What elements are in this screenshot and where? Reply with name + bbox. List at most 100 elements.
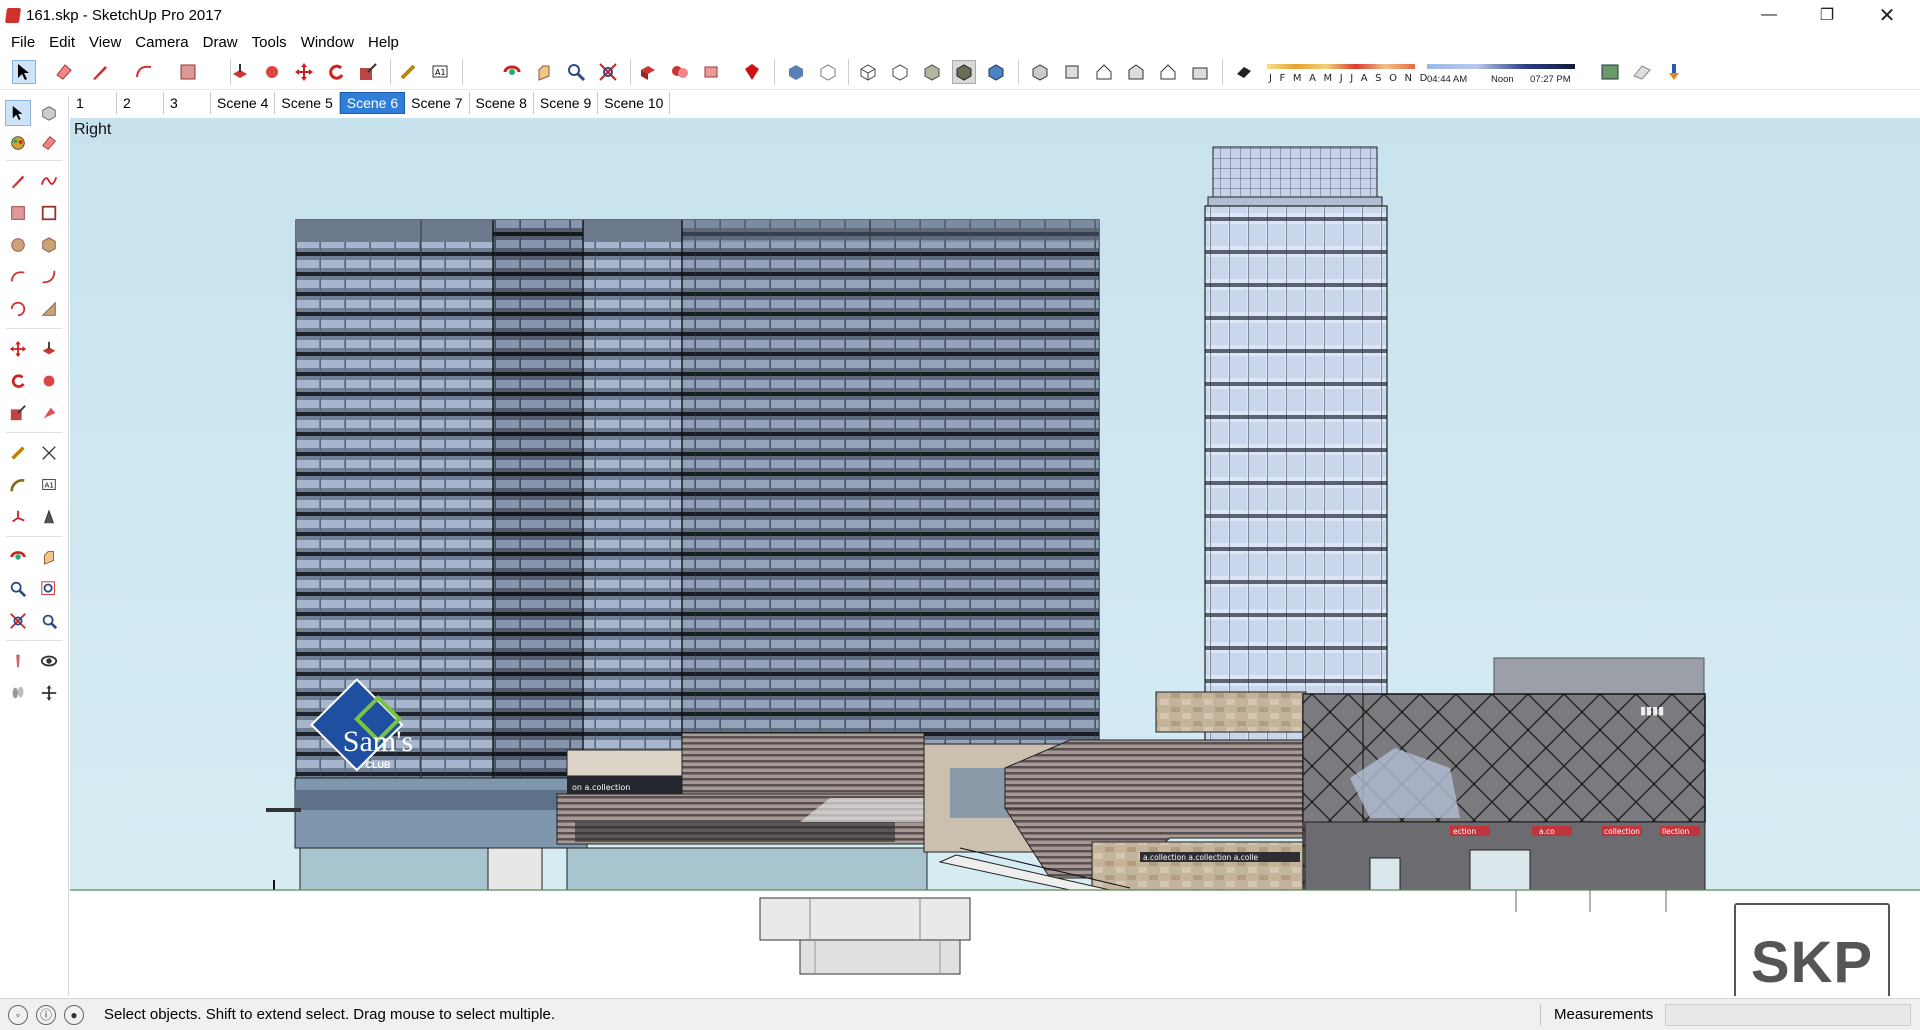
wireframe-style-icon[interactable] (856, 60, 880, 84)
info-icon[interactable]: ⓘ (36, 1004, 56, 1025)
move-icon[interactable] (5, 336, 31, 362)
move-tool-icon[interactable] (292, 60, 316, 84)
zoom-icon[interactable] (5, 576, 31, 602)
make-component-icon[interactable] (36, 100, 62, 126)
select-tool-icon[interactable] (12, 60, 36, 84)
rotate-tool-icon[interactable] (324, 60, 348, 84)
two-point-arc-icon[interactable] (36, 264, 62, 290)
shadow-month-slider[interactable]: J F M A M J J A S O N D (1267, 60, 1427, 86)
scene-tab-6[interactable]: Scene 6 (339, 92, 406, 114)
orbit-tool-icon[interactable] (500, 60, 524, 84)
left-view-icon[interactable] (1188, 60, 1212, 84)
eraser-tool-icon[interactable] (52, 60, 76, 84)
scene-tab-3[interactable]: 3 (164, 92, 211, 114)
geo-location-icon[interactable] (1598, 60, 1622, 84)
scene-tab-8[interactable]: Scene 8 (470, 92, 534, 114)
follow-me-icon[interactable] (36, 368, 62, 394)
three-point-arc-icon[interactable] (5, 296, 31, 322)
menu-draw[interactable]: Draw (196, 34, 245, 51)
menu-camera[interactable]: Camera (128, 34, 195, 51)
eraser-icon[interactable] (36, 130, 62, 156)
building-model[interactable]: Sam's CLUB on a.collection a.collection … (70, 118, 1920, 996)
warehouse-icon[interactable] (636, 60, 660, 84)
text-icon[interactable]: A1 (36, 472, 62, 498)
scale-icon[interactable] (5, 400, 31, 426)
menu-window[interactable]: Window (294, 34, 361, 51)
add-location-icon[interactable] (1630, 60, 1654, 84)
previous-view-icon[interactable] (36, 608, 62, 634)
text-tool-icon[interactable]: A1 (428, 60, 452, 84)
back-view-icon[interactable] (1156, 60, 1180, 84)
shadows-toggle-icon[interactable] (1232, 60, 1256, 84)
share-model-icon[interactable] (700, 60, 724, 84)
rotate-icon[interactable] (5, 368, 31, 394)
freehand-icon[interactable] (36, 168, 62, 194)
pan-tool-icon[interactable] (532, 60, 556, 84)
pie-icon[interactable] (36, 296, 62, 322)
iso-view-icon[interactable] (1028, 60, 1052, 84)
scene-tab-9[interactable]: Scene 9 (534, 92, 599, 114)
tape-measure-icon[interactable] (396, 60, 420, 84)
shape-tool-icon[interactable] (176, 60, 200, 84)
tape-measure-tool-icon[interactable] (5, 440, 31, 466)
select-icon[interactable] (5, 100, 31, 126)
components-icon[interactable] (668, 60, 692, 84)
scene-tab-1[interactable]: 1 (70, 92, 117, 114)
follow-me-tool-icon[interactable] (260, 60, 284, 84)
zoom-extents-tool-icon[interactable] (5, 608, 31, 634)
menu-tools[interactable]: Tools (245, 34, 294, 51)
section-plane-icon[interactable] (36, 680, 62, 706)
measurements-input[interactable] (1665, 1004, 1911, 1026)
shaded-textures-style-icon[interactable] (952, 60, 976, 84)
ruby-icon[interactable] (740, 60, 764, 84)
circle-icon[interactable] (5, 232, 31, 258)
shadow-time-slider[interactable]: 04:44 AM Noon 07:27 PM (1427, 60, 1575, 86)
hidden-line-style-icon[interactable] (888, 60, 912, 84)
scene-tab-2[interactable]: 2 (117, 92, 164, 114)
right-view-icon[interactable] (1124, 60, 1148, 84)
push-pull-icon[interactable] (36, 336, 62, 362)
zoom-window-icon[interactable] (36, 576, 62, 602)
monochrome-style-icon[interactable] (984, 60, 1008, 84)
scene-tab-5[interactable]: Scene 5 (275, 92, 340, 114)
front-view-icon[interactable] (1092, 60, 1116, 84)
sandbox-icon[interactable] (1662, 60, 1686, 84)
model-viewport[interactable]: Sam's CLUB on a.collection a.collection … (70, 118, 1920, 996)
minimize-button[interactable]: — (1740, 0, 1798, 30)
axes-icon[interactable] (5, 504, 31, 530)
rotated-rectangle-icon[interactable] (36, 200, 62, 226)
polygon-icon[interactable] (36, 232, 62, 258)
line-icon[interactable] (5, 168, 31, 194)
scene-tab-10[interactable]: Scene 10 (598, 92, 671, 114)
user-account-icon[interactable]: ● (64, 1004, 84, 1025)
menu-help[interactable]: Help (361, 34, 406, 51)
menu-edit[interactable]: Edit (42, 34, 82, 51)
geo-status-icon[interactable]: ◦ (8, 1004, 28, 1025)
push-pull-tool-icon[interactable] (228, 60, 252, 84)
menu-view[interactable]: View (82, 34, 128, 51)
position-camera-icon[interactable] (5, 648, 31, 674)
zoom-tool-icon[interactable] (564, 60, 588, 84)
orbit-icon[interactable] (5, 544, 31, 570)
look-around-icon[interactable] (36, 648, 62, 674)
pan-icon[interactable] (36, 544, 62, 570)
scene-tab-7[interactable]: Scene 7 (405, 92, 470, 114)
close-button[interactable]: ✕ (1858, 0, 1916, 30)
walk-icon[interactable] (5, 680, 31, 706)
maximize-button[interactable]: ❐ (1798, 0, 1856, 30)
paint-bucket-icon[interactable] (5, 130, 31, 156)
arc-tool-icon[interactable] (132, 60, 156, 84)
offset-icon[interactable] (36, 400, 62, 426)
3d-text-icon[interactable] (36, 504, 62, 530)
pencil-tool-icon[interactable] (88, 60, 112, 84)
dimension-icon[interactable] (36, 440, 62, 466)
shaded-style-icon[interactable] (920, 60, 944, 84)
menu-file[interactable]: File (4, 34, 42, 51)
zoom-extents-icon[interactable] (596, 60, 620, 84)
scale-tool-icon[interactable] (356, 60, 380, 84)
top-view-icon[interactable] (1060, 60, 1084, 84)
arc-icon[interactable] (5, 264, 31, 290)
back-edges-icon[interactable] (816, 60, 840, 84)
rectangle-icon[interactable] (5, 200, 31, 226)
xray-style-icon[interactable] (784, 60, 808, 84)
